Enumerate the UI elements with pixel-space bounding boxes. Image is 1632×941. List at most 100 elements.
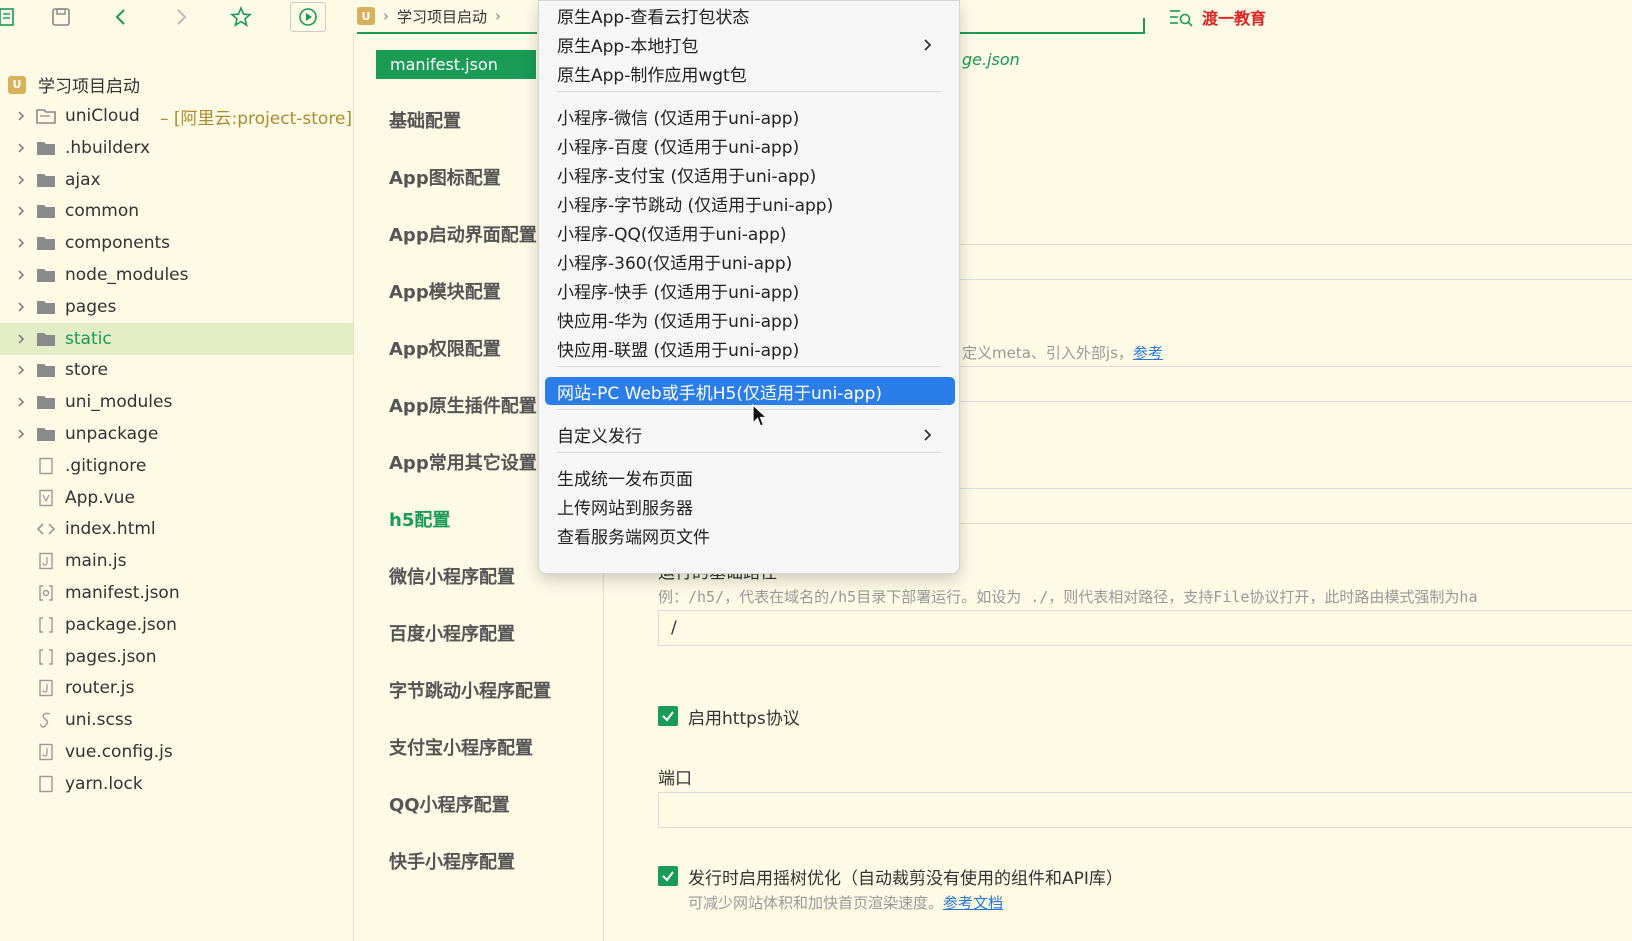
nav-item[interactable]: 百度小程序配置 bbox=[389, 620, 515, 646]
tree-item[interactable]: unpackage bbox=[0, 418, 353, 450]
menu-item[interactable]: 小程序-微信 (仅适用于uni-app) bbox=[557, 102, 941, 130]
treeshake-docs-link[interactable]: 参考文档 bbox=[943, 894, 1003, 912]
nav-item[interactable]: 微信小程序配置 bbox=[389, 563, 515, 589]
nav-item[interactable]: App模块配置 bbox=[389, 278, 501, 304]
document-icon[interactable] bbox=[0, 2, 22, 32]
nav-item[interactable]: App常用其它设置 bbox=[389, 449, 537, 475]
brand: 渡一教育 bbox=[1168, 4, 1266, 30]
breadcrumb-project[interactable]: 学习项目启动 bbox=[397, 6, 487, 27]
menu-item[interactable]: 小程序-360(仅适用于uni-app) bbox=[557, 247, 941, 275]
forward-icon[interactable] bbox=[166, 2, 196, 32]
tree-item[interactable]: main.js bbox=[0, 545, 353, 577]
nav-item[interactable]: App原生插件配置 bbox=[389, 392, 537, 418]
tree-item[interactable]: uni.scss bbox=[0, 704, 353, 736]
menu-item[interactable]: 小程序-快手 (仅适用于uni-app) bbox=[557, 276, 941, 304]
menu-item[interactable]: 原生App-查看云打包状态 bbox=[557, 1, 941, 29]
nav-item[interactable]: 基础配置 bbox=[389, 107, 461, 133]
nav-item[interactable]: QQ小程序配置 bbox=[389, 791, 510, 817]
menu-item[interactable]: 自定义发行 bbox=[557, 420, 941, 448]
file-icon bbox=[36, 457, 56, 475]
tree-item[interactable]: vue.config.js bbox=[0, 736, 353, 768]
menu-item[interactable]: 小程序-字节跳动 (仅适用于uni-app) bbox=[557, 189, 941, 217]
menu-item[interactable]: 原生App-制作应用wgt包 bbox=[557, 59, 941, 87]
save-icon[interactable] bbox=[46, 2, 76, 32]
chevron-right-icon[interactable] bbox=[15, 110, 27, 122]
chevron-right-icon[interactable] bbox=[15, 237, 27, 249]
run-icon[interactable] bbox=[290, 2, 326, 32]
port-input[interactable] bbox=[658, 792, 1632, 828]
menu-item[interactable]: 小程序-QQ(仅适用于uni-app) bbox=[557, 218, 941, 246]
tree-item[interactable]: components bbox=[0, 227, 353, 259]
tree-item[interactable]: static bbox=[0, 322, 353, 355]
tree-item[interactable]: index.html bbox=[0, 513, 353, 545]
project-root-label: 学习项目启动 bbox=[38, 77, 140, 97]
tree-item[interactable]: package.json bbox=[0, 609, 353, 641]
tree-item[interactable]: common bbox=[0, 195, 353, 227]
chevron-right-icon[interactable] bbox=[15, 269, 27, 281]
chevron-right-icon[interactable] bbox=[15, 301, 27, 313]
manifest-tab[interactable]: manifest.json bbox=[376, 50, 536, 79]
nav-item[interactable]: 支付宝小程序配置 bbox=[389, 734, 533, 760]
folder-icon bbox=[36, 234, 56, 252]
nav-item[interactable]: App启动界面配置 bbox=[389, 221, 537, 247]
tree-item[interactable]: store bbox=[0, 354, 353, 386]
menu-item[interactable]: 快应用-华为 (仅适用于uni-app) bbox=[557, 305, 941, 333]
tree-item[interactable]: App.vue bbox=[0, 482, 353, 514]
tree-item[interactable]: manifest.json bbox=[0, 577, 353, 609]
brand-name: 渡一教育 bbox=[1202, 9, 1267, 28]
html-file-icon bbox=[36, 520, 56, 538]
publish-menu: 原生App-查看云打包状态 原生App-本地打包 原生App-制作应用wgt包 小程序… bbox=[538, 0, 960, 574]
menu-item[interactable]: 上传网站到服务器 bbox=[557, 492, 941, 520]
tree-item[interactable]: node_modules bbox=[0, 259, 353, 291]
tree-item[interactable]: yarn.lock bbox=[0, 768, 353, 800]
project-root[interactable]: U 学习项目启动 bbox=[8, 72, 140, 97]
breadcrumb[interactable]: U › 学习项目启动 › bbox=[357, 0, 537, 34]
menu-item[interactable]: 小程序-支付宝 (仅适用于uni-app) bbox=[557, 160, 941, 188]
tree-item[interactable]: pages bbox=[0, 291, 353, 323]
chevron-right-icon[interactable] bbox=[15, 396, 27, 408]
file-link[interactable]: ge.json bbox=[962, 50, 1020, 69]
chevron-right-icon[interactable] bbox=[15, 142, 27, 154]
tree-item-label: package.json bbox=[65, 614, 177, 635]
tree-item-label: ajax bbox=[65, 169, 101, 190]
https-checkbox[interactable] bbox=[658, 706, 678, 726]
nav-item[interactable]: h5配置 bbox=[389, 506, 450, 532]
tree-item[interactable]: ajax bbox=[0, 164, 353, 196]
nav-item[interactable]: 字节跳动小程序配置 bbox=[389, 677, 551, 703]
tree-item[interactable]: pages.json bbox=[0, 641, 353, 673]
tree-item[interactable]: .gitignore bbox=[0, 450, 353, 482]
menu-item-label: 快应用-华为 (仅适用于uni-app) bbox=[557, 311, 800, 332]
submenu-arrow-icon bbox=[923, 37, 933, 57]
menu-item-label: 查看服务端网页文件 bbox=[557, 527, 710, 548]
menu-item-label: 网站-PC Web或手机H5(仅适用于uni-app) bbox=[557, 383, 882, 404]
cloud-provider-label: – [阿里云:project-store] bbox=[160, 108, 353, 129]
menu-item[interactable]: 生成统一发布页面 bbox=[557, 463, 941, 491]
menu-item-label: 小程序-QQ(仅适用于uni-app) bbox=[557, 224, 787, 245]
menu-separator bbox=[557, 366, 941, 367]
tree-item[interactable]: uni_modules bbox=[0, 386, 353, 418]
star-icon[interactable] bbox=[226, 2, 256, 32]
chevron-right-icon[interactable] bbox=[15, 364, 27, 376]
tree-item-label: components bbox=[65, 233, 171, 254]
nav-item[interactable]: App权限配置 bbox=[389, 335, 501, 361]
menu-item[interactable]: 查看服务端网页文件 bbox=[557, 521, 941, 549]
chevron-right-icon[interactable] bbox=[15, 428, 27, 440]
menu-item[interactable]: 原生App-本地打包 bbox=[557, 30, 941, 58]
treeshake-checkbox[interactable] bbox=[658, 866, 678, 886]
chevron-right-icon[interactable] bbox=[15, 174, 27, 186]
menu-item[interactable]: 快应用-联盟 (仅适用于uni-app) bbox=[557, 334, 941, 362]
nav-item[interactable]: App图标配置 bbox=[389, 164, 501, 190]
menu-item[interactable]: 小程序-百度 (仅适用于uni-app) bbox=[557, 131, 941, 159]
tree-item[interactable]: .hbuilderx bbox=[0, 132, 353, 164]
scss-file-icon bbox=[36, 711, 56, 729]
base-path-input[interactable]: / bbox=[658, 610, 1632, 646]
back-icon[interactable] bbox=[106, 2, 136, 32]
tree-item-label: uniCloud bbox=[65, 106, 140, 126]
tree-item[interactable]: uniCloud – [阿里云:project-store] bbox=[0, 100, 353, 132]
tree-item[interactable]: router.js bbox=[0, 672, 353, 704]
menu-item[interactable]: 网站-PC Web或手机H5(仅适用于uni-app) bbox=[545, 377, 955, 405]
meta-reference-link[interactable]: 参考 bbox=[1133, 344, 1163, 362]
chevron-right-icon[interactable] bbox=[15, 205, 27, 217]
nav-item[interactable]: 快手小程序配置 bbox=[389, 848, 515, 874]
chevron-right-icon[interactable] bbox=[15, 333, 27, 345]
